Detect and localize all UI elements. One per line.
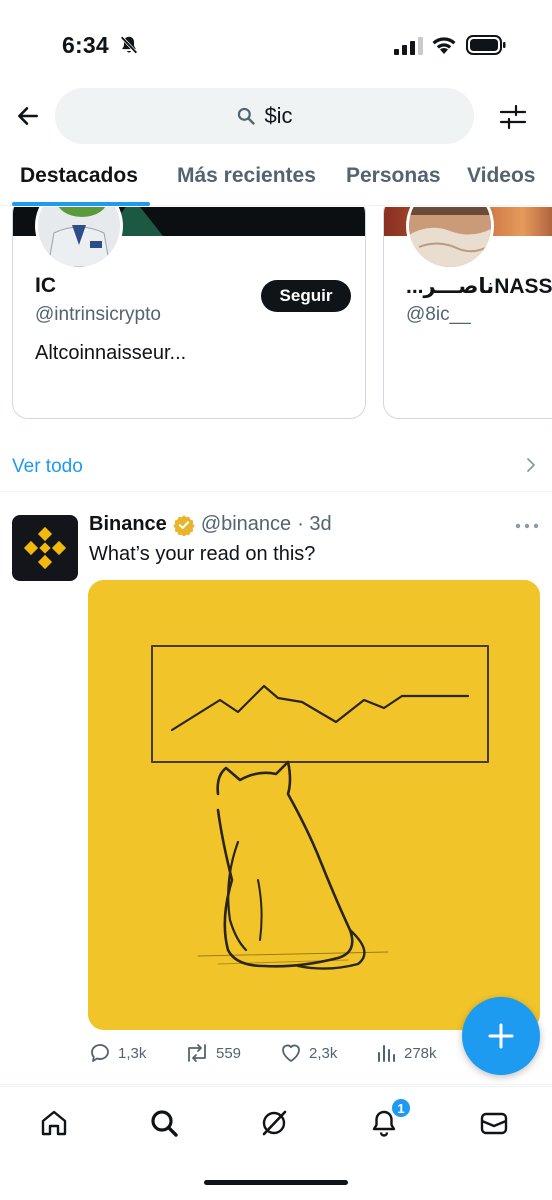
like-count: 2,3k bbox=[309, 1044, 338, 1062]
nav-messages[interactable] bbox=[474, 1103, 514, 1143]
post-timestamp: · 3d bbox=[297, 513, 332, 535]
person-handle: @intrinsicrypto bbox=[35, 304, 161, 325]
search-input[interactable]: $ic bbox=[55, 88, 474, 144]
back-button[interactable] bbox=[12, 100, 44, 132]
avatar[interactable] bbox=[35, 207, 123, 270]
tab-destacados[interactable]: Destacados bbox=[20, 164, 138, 188]
notification-badge: 1 bbox=[390, 1097, 412, 1119]
post[interactable]: Binance @binance · 3d What’s your read o… bbox=[0, 493, 552, 1085]
sliders-icon bbox=[499, 104, 527, 130]
tab-personas[interactable]: Personas bbox=[346, 164, 441, 188]
see-all-link[interactable]: Ver todo bbox=[12, 456, 83, 478]
post-image[interactable] bbox=[88, 580, 540, 1030]
home-icon bbox=[41, 1110, 67, 1136]
repost-action[interactable]: 559 bbox=[184, 1041, 241, 1065]
search-query: $ic bbox=[264, 103, 293, 128]
plus-icon bbox=[488, 1023, 514, 1049]
like-action[interactable]: 2,3k bbox=[279, 1041, 337, 1065]
see-all-row[interactable]: Ver todo bbox=[0, 440, 552, 492]
views-action[interactable]: 278k bbox=[376, 1041, 437, 1065]
post-text: What’s your read on this? bbox=[89, 543, 316, 565]
search-icon bbox=[238, 107, 256, 125]
wifi-icon bbox=[432, 37, 456, 54]
heart-icon bbox=[282, 1044, 300, 1062]
post-author-handle[interactable]: @binance bbox=[201, 513, 291, 536]
cat-watching-chart-illustration bbox=[88, 580, 540, 1030]
search-tabs: Destacados Más recientes Personas Videos bbox=[0, 150, 552, 206]
arrow-left-icon bbox=[18, 107, 38, 125]
cellular-signal-icon bbox=[394, 37, 423, 55]
reply-count: 1,3k bbox=[118, 1044, 147, 1062]
views-chart-icon bbox=[378, 1045, 395, 1062]
status-bar: 6:34 bbox=[0, 0, 552, 84]
avatar-image bbox=[38, 207, 120, 267]
people-carousel: IC @intrinsicrypto Altcoinnaisseur... Se… bbox=[0, 207, 552, 427]
compose-post-button[interactable] bbox=[462, 997, 540, 1075]
views-count: 278k bbox=[404, 1044, 437, 1062]
person-bio: Altcoinnaisseur... bbox=[35, 342, 187, 364]
person-handle: @8ic__ bbox=[406, 304, 471, 325]
follow-button[interactable]: Seguir bbox=[261, 280, 351, 312]
mail-icon bbox=[480, 1112, 508, 1135]
bell-muted-icon bbox=[120, 36, 138, 54]
person-card[interactable]: ...ناصـــرNASS @8ic__ bbox=[383, 207, 552, 419]
person-name: IC bbox=[35, 274, 56, 297]
nav-search[interactable] bbox=[144, 1103, 184, 1143]
more-options-icon[interactable] bbox=[514, 519, 540, 533]
person-name: ...ناصـــرNASS bbox=[406, 275, 552, 298]
nav-grok[interactable] bbox=[254, 1103, 294, 1143]
repost-icon bbox=[188, 1044, 206, 1062]
post-author-name[interactable]: Binance bbox=[89, 513, 167, 536]
grok-icon bbox=[262, 1110, 287, 1136]
binance-logo-icon bbox=[23, 526, 67, 570]
search-header: $ic bbox=[0, 86, 552, 146]
repost-count: 559 bbox=[216, 1044, 242, 1062]
search-settings-button[interactable] bbox=[496, 100, 530, 134]
reply-action[interactable]: 1,3k bbox=[88, 1041, 146, 1065]
chevron-right-icon bbox=[527, 458, 535, 472]
home-indicator bbox=[204, 1180, 348, 1185]
search-icon bbox=[151, 1110, 178, 1137]
tab-videos[interactable]: Videos bbox=[467, 164, 535, 188]
nav-home[interactable] bbox=[34, 1103, 74, 1143]
status-time: 6:34 bbox=[62, 32, 109, 58]
binance-avatar[interactable] bbox=[12, 515, 78, 581]
verified-badge-icon bbox=[173, 514, 195, 536]
battery-icon bbox=[466, 35, 506, 55]
post-header: Binance @binance · 3d bbox=[89, 513, 332, 536]
avatar-image bbox=[409, 207, 491, 267]
person-card[interactable]: IC @intrinsicrypto Altcoinnaisseur... Se… bbox=[12, 207, 366, 419]
tab-mas-recientes[interactable]: Más recientes bbox=[177, 164, 316, 188]
active-tab-indicator bbox=[12, 202, 150, 206]
reply-icon bbox=[91, 1044, 109, 1062]
avatar[interactable] bbox=[406, 207, 494, 270]
